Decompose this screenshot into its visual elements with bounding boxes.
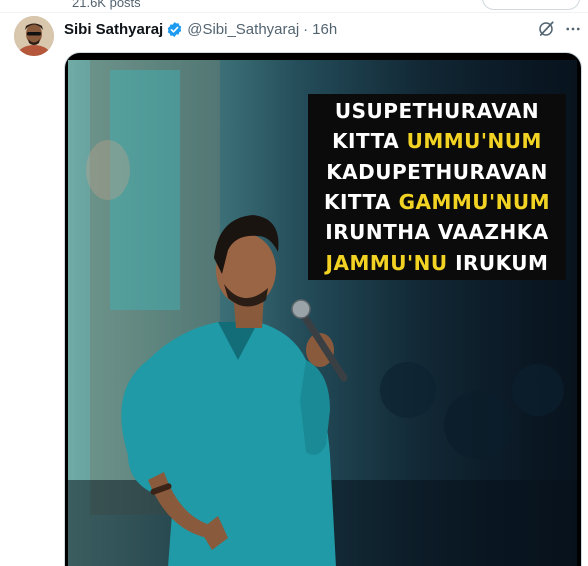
separator: · [303,20,309,38]
quote-text-box: USUPETHURAVAN KITTA UMMU'NUM KADUPETHURA… [308,94,566,280]
timestamp[interactable]: 16h [312,21,337,38]
quote-line-5: IRUNTHA VAAZHKA [325,220,549,245]
quote-line-6: JAMMU'NU IRUKUM [325,250,549,275]
handle[interactable]: @Sibi_Sathyaraj [187,21,299,38]
quote-line-3: KADUPETHURAVAN [326,159,548,184]
timeline-page: 21.6K posts Sibi Sathyaraj @Sibi_Sathyar… [0,0,588,566]
more-icon[interactable] [562,18,584,40]
grok-icon[interactable] [535,18,557,40]
post-divider [0,12,588,13]
tweet-photo: USUPETHURAVAN KITTA UMMU'NUM KADUPETHURA… [68,60,577,566]
tweet-media[interactable]: USUPETHURAVAN KITTA UMMU'NUM KADUPETHURA… [64,52,582,566]
display-name[interactable]: Sibi Sathyaraj [64,21,163,38]
previous-post-strip: 21.6K posts [0,0,588,12]
follow-button[interactable] [482,0,580,10]
quote-line-1: USUPETHURAVAN [334,99,540,124]
verified-badge-icon[interactable] [166,21,183,38]
tweet-header: Sibi Sathyaraj @Sibi_Sathyaraj · 16h [64,19,337,39]
quote-line-4: KITTA GAMMU'NUM [323,190,551,215]
avatar[interactable] [14,16,54,56]
quote-line-2: KITTA UMMU'NUM [332,129,542,154]
posts-count: 21.6K posts [72,0,141,10]
avatar-image [14,16,54,56]
